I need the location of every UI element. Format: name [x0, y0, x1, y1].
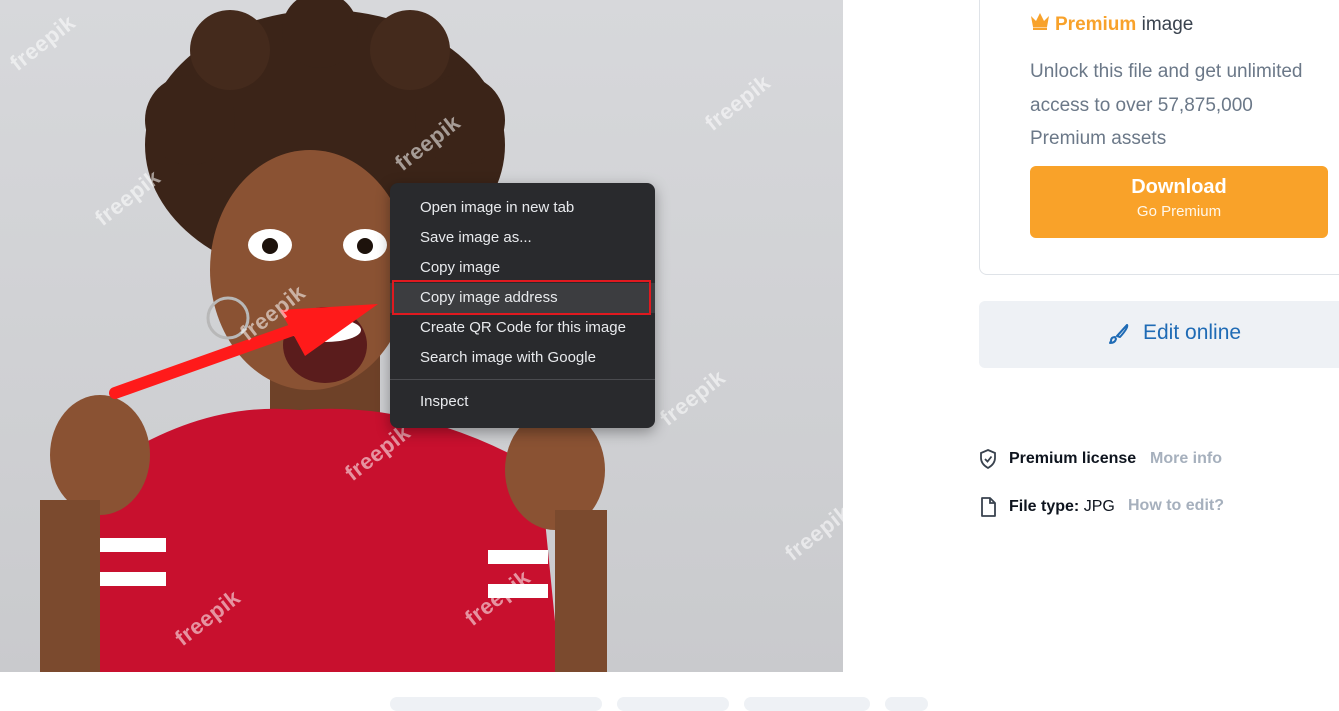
brush-icon [1109, 324, 1129, 344]
menu-separator [390, 379, 655, 380]
edit-online-label: Edit online [1143, 321, 1242, 344]
highlight-box [392, 280, 651, 315]
crown-icon [1031, 13, 1049, 30]
menu-item-create-qr-code[interactable]: Create QR Code for this image [390, 313, 655, 343]
license-label: Premium license [1009, 450, 1137, 467]
context-menu: Open image in new tab Save image as... C… [390, 183, 655, 428]
premium-description: Unlock this file and get unlimited acces… [1030, 61, 1303, 149]
more-info-link[interactable]: More info [1150, 450, 1222, 468]
download-button[interactable]: Download Go Premium [1030, 166, 1328, 238]
menu-item-save-image-as[interactable]: Save image as... [390, 223, 655, 253]
shield-icon [980, 449, 996, 469]
how-to-edit-link[interactable]: How to edit? [1128, 497, 1224, 515]
edit-online-button[interactable]: Edit online [979, 301, 1339, 368]
tag-pill[interactable] [744, 697, 870, 711]
tag-pill[interactable] [617, 697, 729, 711]
menu-item-inspect[interactable]: Inspect [390, 387, 655, 417]
go-premium-label: Go Premium [1136, 203, 1222, 220]
menu-item-copy-image[interactable]: Copy image [390, 253, 655, 283]
file-icon [981, 497, 996, 517]
premium-title: Premium image [1055, 14, 1193, 36]
tag-pill[interactable] [390, 697, 602, 711]
premium-title-rest: image [1141, 14, 1194, 35]
file-type-value: JPG [1083, 498, 1115, 515]
menu-item-open-image-new-tab[interactable]: Open image in new tab [390, 193, 655, 223]
download-label: Download [1131, 176, 1227, 198]
premium-title-highlight: Premium [1055, 14, 1137, 35]
tag-pill[interactable] [885, 697, 928, 711]
menu-item-search-image-google[interactable]: Search image with Google [390, 343, 655, 373]
file-type: File type: JPG [1009, 498, 1115, 515]
